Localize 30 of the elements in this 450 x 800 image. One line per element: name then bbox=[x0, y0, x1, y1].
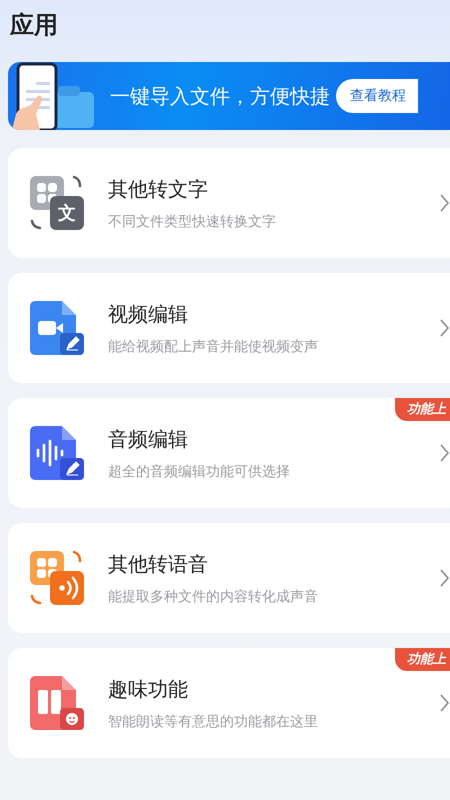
feature-title: 其他转文字 bbox=[108, 176, 209, 202]
new-feature-badge: 功能上 bbox=[395, 398, 450, 421]
feature-card[interactable]: 文 其他转文字 不同文件类型快速转换文字 bbox=[8, 148, 450, 258]
feature-card[interactable]: 其他转语音 能提取多种文件的内容转化成声音 bbox=[8, 523, 450, 633]
chevron-right-icon bbox=[440, 193, 450, 213]
speech-convert-icon bbox=[28, 549, 86, 607]
chevron-right-icon bbox=[440, 568, 450, 588]
feature-description: 智能朗读等有意思的功能都在这里 bbox=[108, 712, 319, 730]
chevron-right-icon bbox=[440, 318, 450, 338]
feature-description: 能给视频配上声音并能使视频变声 bbox=[108, 338, 319, 356]
feature-card[interactable]: 视频编辑 能给视频配上声音并能使视频变声 bbox=[8, 273, 450, 383]
feature-card[interactable]: 功能上 趣味功能 智能朗读等有意思的功能都在这里 bbox=[8, 648, 450, 758]
audio-file-icon bbox=[28, 424, 86, 482]
new-feature-badge: 功能上 bbox=[395, 648, 450, 671]
video-file-icon bbox=[28, 299, 86, 357]
tutorial-button[interactable]: 查看教程 bbox=[336, 79, 418, 113]
chevron-right-icon bbox=[440, 693, 450, 713]
feature-description: 能提取多种文件的内容转化成声音 bbox=[108, 588, 319, 606]
chevron-right-icon bbox=[440, 443, 450, 463]
fun-file-icon bbox=[28, 674, 86, 732]
banner-text: 一键导入文件，方便快捷 bbox=[110, 82, 330, 110]
feature-description: 超全的音频编辑功能可供选择 bbox=[108, 462, 291, 480]
feature-title: 趣味功能 bbox=[108, 676, 189, 702]
feature-title: 其他转语音 bbox=[108, 550, 209, 578]
promo-banner[interactable]: 一键导入文件，方便快捷 查看教程 bbox=[8, 62, 450, 130]
feature-card[interactable]: 功能上 音频编辑 超全的音频编辑功能可供选择 bbox=[8, 398, 450, 508]
feature-title: 视频编辑 bbox=[108, 300, 189, 328]
feature-title: 音频编辑 bbox=[108, 426, 189, 452]
feature-description: 不同文件类型快速转换文字 bbox=[108, 212, 277, 230]
page-title: 应用 bbox=[8, 10, 59, 41]
